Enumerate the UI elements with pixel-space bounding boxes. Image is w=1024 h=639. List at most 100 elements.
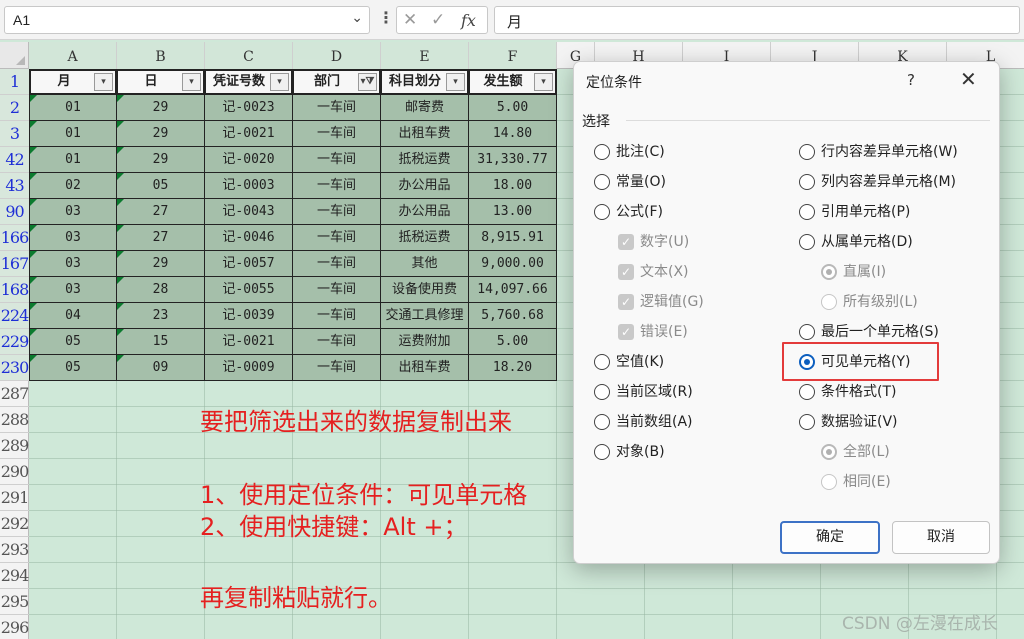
chevron-down-icon[interactable]: ⌄ xyxy=(351,10,363,26)
table-cell[interactable]: 办公用品 xyxy=(381,173,469,199)
table-cell[interactable]: 记-0023 xyxy=(205,95,293,121)
table-cell[interactable]: 01 xyxy=(29,147,117,173)
table-cell[interactable]: 设备使用费 xyxy=(381,277,469,303)
row-header[interactable]: 290 xyxy=(0,459,29,485)
filter-active-icon[interactable]: ▾⧩ xyxy=(358,73,377,91)
table-cell[interactable]: 抵税运费 xyxy=(381,225,469,251)
table-cell[interactable]: 记-0021 xyxy=(205,121,293,147)
row-header[interactable]: 168 xyxy=(0,277,29,303)
table-cell[interactable]: 29 xyxy=(117,147,205,173)
table-cell[interactable]: 交通工具修理 xyxy=(381,303,469,329)
name-box[interactable]: A1 ⌄ xyxy=(4,6,370,34)
table-cell[interactable]: 一车间 xyxy=(293,277,381,303)
table-cell[interactable]: 邮寄费 xyxy=(381,95,469,121)
table-cell[interactable]: 记-0020 xyxy=(205,147,293,173)
column-header-e[interactable]: E xyxy=(381,42,469,69)
row-header[interactable]: 167 xyxy=(0,251,29,277)
more-options-icon[interactable]: ⋮ xyxy=(378,8,394,27)
row-header[interactable]: 166 xyxy=(0,225,29,251)
table-cell[interactable]: 04 xyxy=(29,303,117,329)
help-icon[interactable]: ? xyxy=(907,71,915,89)
confirm-icon[interactable]: ✓ xyxy=(431,10,445,30)
filter-dropdown-icon[interactable]: ▾ xyxy=(270,73,289,91)
row-header[interactable]: 292 xyxy=(0,511,29,537)
table-cell[interactable]: 15 xyxy=(117,329,205,355)
close-icon[interactable]: ✕ xyxy=(960,67,977,91)
row-header[interactable]: 296 xyxy=(0,615,29,639)
column-header-b[interactable]: B xyxy=(117,42,205,69)
filter-dropdown-icon[interactable]: ▾ xyxy=(182,73,201,91)
table-cell[interactable]: 记-0057 xyxy=(205,251,293,277)
table-cell[interactable]: 03 xyxy=(29,277,117,303)
table-cell[interactable]: 一车间 xyxy=(293,173,381,199)
cancel-button[interactable]: 取消 xyxy=(892,521,990,554)
row-header[interactable]: 229 xyxy=(0,329,29,355)
table-cell[interactable]: 18.20 xyxy=(469,355,557,381)
row-header[interactable]: 90 xyxy=(0,199,29,225)
table-cell[interactable]: 一车间 xyxy=(293,355,381,381)
table-header-cell[interactable]: 日 ▾ xyxy=(117,69,205,95)
table-cell[interactable]: 27 xyxy=(117,199,205,225)
filter-dropdown-icon[interactable]: ▾ xyxy=(94,73,113,91)
table-cell[interactable]: 一车间 xyxy=(293,225,381,251)
table-cell[interactable]: 28 xyxy=(117,277,205,303)
table-cell[interactable]: 18.00 xyxy=(469,173,557,199)
table-header-cell[interactable]: 科目划分 ▾ xyxy=(381,69,469,95)
filter-dropdown-icon[interactable]: ▾ xyxy=(534,73,553,91)
row-header[interactable]: 43 xyxy=(0,173,29,199)
table-cell[interactable]: 记-0055 xyxy=(205,277,293,303)
table-cell[interactable]: 其他 xyxy=(381,251,469,277)
row-header[interactable]: 294 xyxy=(0,563,29,589)
row-header[interactable]: 2 xyxy=(0,95,29,121)
column-header-d[interactable]: D xyxy=(293,42,381,69)
table-cell[interactable]: 05 xyxy=(29,329,117,355)
table-cell[interactable]: 5.00 xyxy=(469,329,557,355)
table-cell[interactable]: 一车间 xyxy=(293,95,381,121)
table-cell[interactable]: 09 xyxy=(117,355,205,381)
ok-button[interactable]: 确定 xyxy=(780,521,880,554)
table-cell[interactable]: 一车间 xyxy=(293,251,381,277)
column-header-a[interactable]: A xyxy=(29,42,117,69)
row-header[interactable]: 287 xyxy=(0,381,29,407)
row-header[interactable]: 295 xyxy=(0,589,29,615)
row-header[interactable]: 289 xyxy=(0,433,29,459)
table-cell[interactable]: 05 xyxy=(29,355,117,381)
table-cell[interactable]: 13.00 xyxy=(469,199,557,225)
table-cell[interactable]: 记-0009 xyxy=(205,355,293,381)
table-cell[interactable]: 一车间 xyxy=(293,147,381,173)
table-header-cell[interactable]: 发生额 ▾ xyxy=(469,69,557,95)
table-cell[interactable]: 一车间 xyxy=(293,303,381,329)
table-cell[interactable]: 记-0003 xyxy=(205,173,293,199)
table-cell[interactable]: 办公用品 xyxy=(381,199,469,225)
row-header[interactable]: 3 xyxy=(0,121,29,147)
column-header-f[interactable]: F xyxy=(469,42,557,69)
formula-input[interactable]: 月 xyxy=(494,6,1020,34)
row-header[interactable]: 224 xyxy=(0,303,29,329)
table-cell[interactable]: 记-0039 xyxy=(205,303,293,329)
table-header-cell[interactable]: 月 ▾ xyxy=(29,69,117,95)
table-cell[interactable]: 29 xyxy=(117,95,205,121)
filter-dropdown-icon[interactable]: ▾ xyxy=(446,73,465,91)
table-header-cell[interactable]: 部门 ▾⧩ xyxy=(293,69,381,95)
table-cell[interactable]: 5.00 xyxy=(469,95,557,121)
table-cell[interactable]: 14,097.66 xyxy=(469,277,557,303)
row-header[interactable]: 288 xyxy=(0,407,29,433)
column-header-c[interactable]: C xyxy=(205,42,293,69)
table-cell[interactable]: 05 xyxy=(117,173,205,199)
row-header[interactable]: 42 xyxy=(0,147,29,173)
table-cell[interactable]: 29 xyxy=(117,251,205,277)
insert-function-icon[interactable]: fx xyxy=(461,11,476,30)
table-cell[interactable]: 03 xyxy=(29,199,117,225)
table-cell[interactable]: 14.80 xyxy=(469,121,557,147)
row-header[interactable]: 291 xyxy=(0,485,29,511)
table-cell[interactable]: 记-0021 xyxy=(205,329,293,355)
table-cell[interactable]: 02 xyxy=(29,173,117,199)
table-cell[interactable]: 29 xyxy=(117,121,205,147)
table-cell[interactable]: 抵税运费 xyxy=(381,147,469,173)
table-header-cell[interactable]: 凭证号数 ▾ xyxy=(205,69,293,95)
table-cell[interactable]: 31,330.77 xyxy=(469,147,557,173)
table-cell[interactable]: 一车间 xyxy=(293,121,381,147)
row-header[interactable]: 293 xyxy=(0,537,29,563)
table-cell[interactable]: 27 xyxy=(117,225,205,251)
table-cell[interactable]: 8,915.91 xyxy=(469,225,557,251)
